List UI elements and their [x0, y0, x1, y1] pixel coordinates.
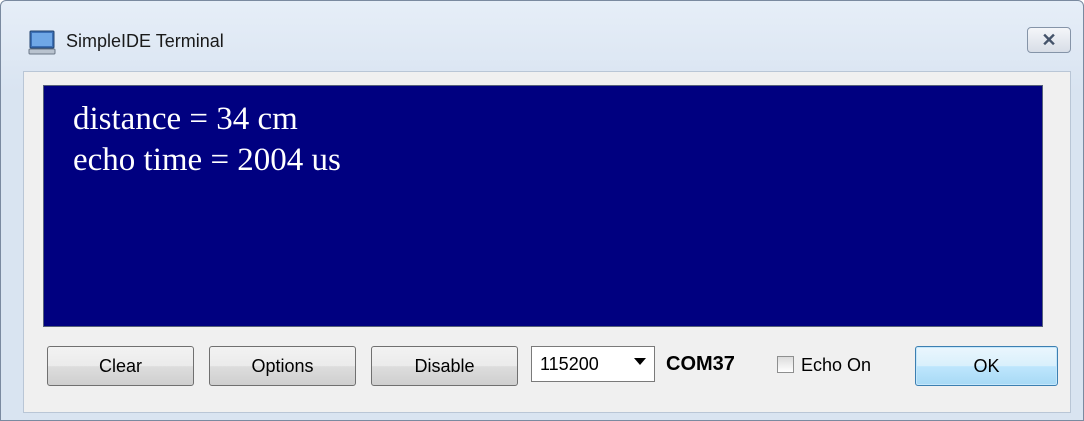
terminal-output[interactable]: distance = 34 cm echo time = 2004 us	[43, 85, 1043, 327]
terminal-monitor-icon	[28, 30, 56, 55]
echo-on-checkbox[interactable]	[777, 356, 794, 373]
chevron-down-icon	[634, 358, 646, 365]
terminal-line: distance = 34 cm	[73, 101, 298, 137]
clear-button[interactable]: Clear	[47, 346, 194, 386]
options-button[interactable]: Options	[209, 346, 356, 386]
port-label: COM37	[666, 353, 735, 375]
close-button[interactable]: ✕	[1027, 27, 1071, 53]
title-bar: SimpleIDE Terminal ✕	[1, 1, 1083, 79]
echo-on-label[interactable]: Echo On	[801, 355, 871, 376]
close-icon: ✕	[1041, 29, 1057, 50]
terminal-client-area: distance = 34 cm echo time = 2004 us Cle…	[23, 71, 1071, 413]
disable-button[interactable]: Disable	[371, 346, 518, 386]
terminal-window: SimpleIDE Terminal ✕ distance = 34 cm ec…	[0, 0, 1084, 421]
ok-button[interactable]: OK	[915, 346, 1058, 386]
baud-rate-value: 115200	[540, 353, 599, 374]
terminal-line: echo time = 2004 us	[73, 142, 341, 178]
baud-rate-select[interactable]: 115200	[531, 346, 655, 382]
window-title: SimpleIDE Terminal	[66, 31, 224, 51]
